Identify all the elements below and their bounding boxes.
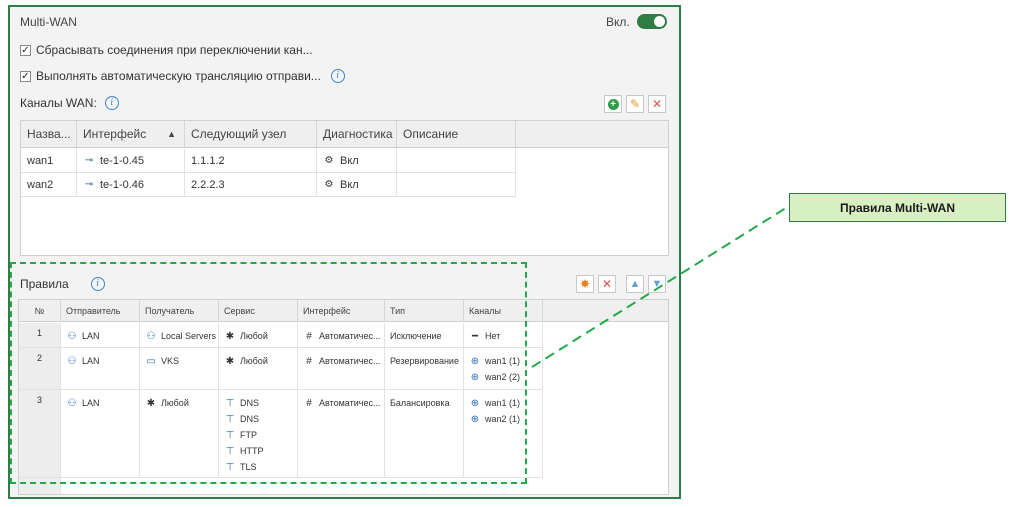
callout-label: Правила Multi-WAN xyxy=(789,193,1006,222)
callout-connector xyxy=(531,205,790,368)
callout-connector-line xyxy=(531,205,790,368)
